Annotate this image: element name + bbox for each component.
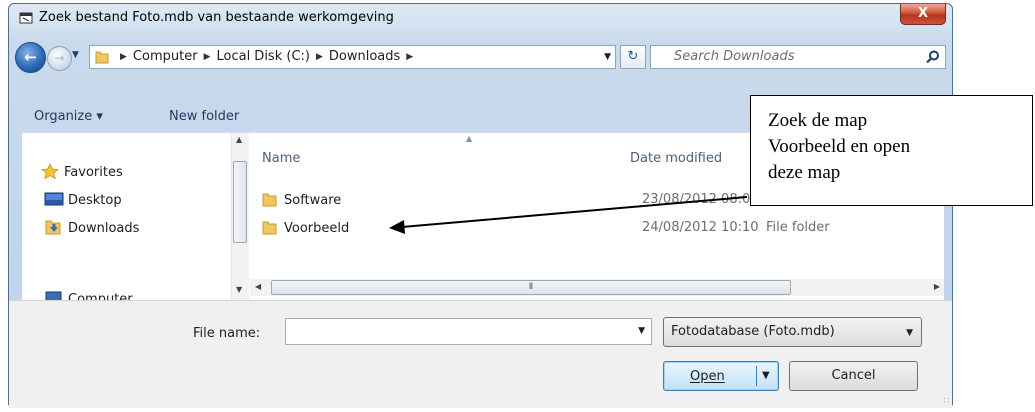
resize-grip-icon[interactable]: ∷ [944, 396, 949, 405]
title-bar: Zoek bestand Foto.mdb van bestaande werk… [9, 4, 952, 34]
filename-chevron-down-icon[interactable]: ▼ [638, 326, 645, 336]
navigation-pane: Favorites Desktop Downloads Computer [22, 133, 230, 300]
star-icon [41, 163, 59, 179]
annotation-line: Voorbeeld en open [768, 136, 911, 157]
navigation-scrollbar[interactable]: ▲ ▼ [231, 133, 249, 300]
horizontal-scrollbar[interactable]: ◀ Ⅱ ▶ [250, 279, 944, 296]
folder-icon [262, 193, 277, 207]
refresh-button[interactable]: ↻ [620, 45, 646, 69]
forward-button[interactable]: → [47, 46, 72, 71]
scroll-down-icon[interactable]: ▼ [236, 285, 242, 294]
scrollbar-thumb[interactable] [233, 161, 247, 243]
sidebar-item-label: Computer [68, 292, 133, 300]
file-date-cell: 24/08/2012 10:10 [642, 220, 759, 235]
file-name-cell[interactable]: Software [262, 191, 341, 208]
filter-chevron-down-icon: ▼ [906, 328, 913, 338]
column-header-date-modified[interactable]: Date modified [630, 151, 722, 166]
chevron-right-icon[interactable]: ▶ [120, 52, 127, 62]
folder-icon [262, 221, 277, 235]
scrollbar-thumb[interactable]: Ⅱ [271, 280, 791, 295]
sort-arrow-icon: ▲ [466, 134, 473, 143]
sidebar-item-label: Downloads [68, 221, 140, 236]
new-folder-button[interactable]: New folder [169, 109, 239, 124]
chevron-right-icon[interactable]: ▶ [316, 52, 323, 62]
open-button[interactable]: Open ▼ [663, 361, 779, 391]
scroll-right-icon[interactable]: ▶ [934, 282, 940, 291]
file-name-label: Software [284, 193, 342, 208]
filename-input[interactable]: ▼ [285, 318, 652, 345]
sidebar-item-label: Favorites [64, 165, 123, 180]
open-chevron-down-icon[interactable]: ▼ [762, 370, 770, 381]
open-label: Open [690, 369, 725, 384]
window-title: Zoek bestand Foto.mdb van bestaande werk… [39, 10, 394, 25]
search-input[interactable]: Search Downloads [650, 45, 946, 69]
downloads-folder-icon [45, 220, 61, 235]
back-button[interactable]: ← [15, 42, 46, 73]
file-name-cell[interactable]: Voorbeeld [262, 219, 349, 236]
file-type-cell: File folder [766, 220, 830, 235]
computer-icon [45, 291, 62, 300]
search-icon[interactable] [925, 49, 941, 65]
file-date-cell: 23/08/2012 08:0 [642, 192, 751, 207]
navigation-bar: ← → ▼ ▶ Computer ▶ Local Disk (C:) ▶ Download… [9, 40, 952, 74]
sidebar-item-computer[interactable]: Computer [44, 290, 133, 300]
chevron-right-icon[interactable]: ▶ [406, 52, 413, 62]
breadcrumb-local-disk[interactable]: Local Disk (C:) [216, 49, 309, 64]
column-header-name[interactable]: Name [262, 151, 300, 166]
annotation-callout: Zoek de map Voorbeeld en open deze map [750, 95, 1033, 206]
filename-label: File name: [193, 326, 261, 341]
split-divider [756, 366, 757, 386]
folder-icon [95, 51, 109, 64]
close-button[interactable]: X [900, 4, 946, 25]
breadcrumb: ▶ Computer ▶ Local Disk (C:) ▶ Downloads ▶ [114, 49, 419, 64]
scroll-up-icon[interactable]: ▲ [236, 135, 242, 144]
breadcrumb-downloads[interactable]: Downloads [329, 49, 400, 64]
scroll-left-icon[interactable]: ◀ [255, 282, 261, 291]
recent-locations-chevron-down-icon[interactable]: ▼ [72, 50, 84, 64]
annotation-line: Zoek de map [768, 110, 868, 131]
sidebar-item-label: Desktop [68, 193, 122, 208]
address-chevron-down-icon[interactable]: ▼ [604, 52, 611, 62]
address-bar[interactable]: ▶ Computer ▶ Local Disk (C:) ▶ Downloads ▶ ▼ [89, 45, 616, 69]
breadcrumb-computer[interactable]: Computer [133, 49, 198, 64]
file-type-filter[interactable]: Fotodatabase (Foto.mdb) ▼ [663, 317, 922, 347]
dialog-footer: File name: ▼ Fotodatabase (Foto.mdb) ▼ O… [9, 300, 952, 408]
sidebar-item-favorites[interactable]: Favorites [40, 163, 123, 180]
file-name-label: Voorbeeld [284, 221, 350, 236]
table-row[interactable]: Voorbeeld 24/08/2012 10:10 File folder [262, 217, 942, 239]
sidebar-item-downloads[interactable]: Downloads [44, 219, 139, 236]
filter-value: Fotodatabase (Foto.mdb) [671, 324, 835, 339]
cancel-button[interactable]: Cancel [789, 361, 918, 391]
chevron-right-icon[interactable]: ▶ [204, 52, 211, 62]
organize-button[interactable]: Organize ▾ [34, 109, 103, 124]
sidebar-item-desktop[interactable]: Desktop [44, 191, 122, 208]
annotation-line: deze map [768, 162, 841, 183]
search-placeholder: Search Downloads [674, 49, 795, 64]
dialog-app-icon [19, 12, 33, 24]
desktop-icon [44, 192, 64, 206]
